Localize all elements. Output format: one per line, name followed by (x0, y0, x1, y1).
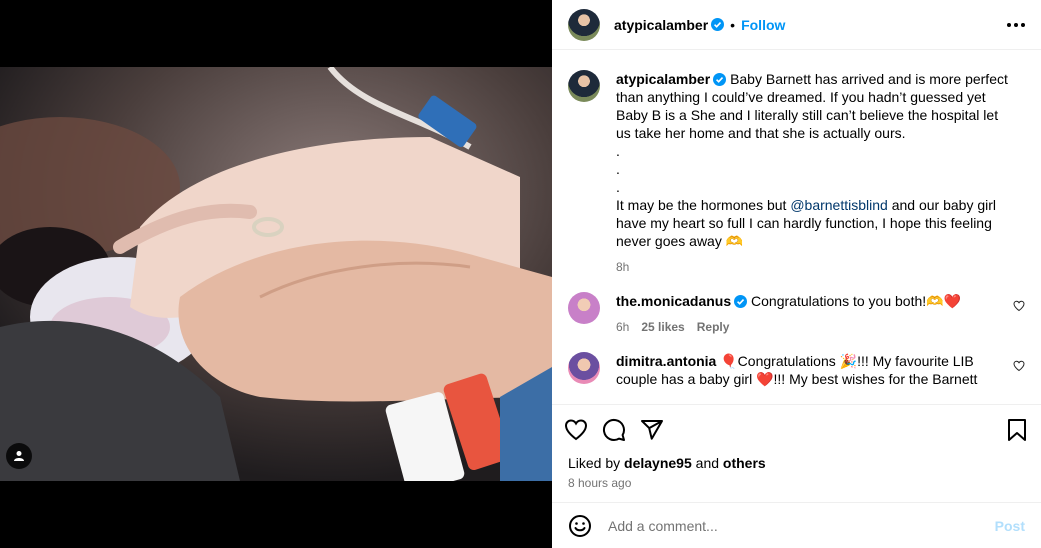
likes-others-link[interactable]: others (723, 455, 766, 471)
post-dialog: atypicalamber • Follow atypicalamber Bab… (0, 0, 1041, 548)
likes-middle: and (691, 455, 723, 471)
separator-dot: • (730, 16, 736, 33)
post-header: atypicalamber • Follow (552, 0, 1041, 50)
verified-badge-icon (734, 295, 748, 308)
follow-button[interactable]: Follow (741, 17, 785, 33)
caption-dot: . (616, 179, 620, 195)
share-icon[interactable] (640, 418, 664, 442)
verified-badge-icon (713, 73, 727, 86)
comment-text: Congratulations to you both!🫶❤️ (751, 293, 962, 309)
post-media (0, 0, 552, 548)
heart-icon[interactable] (564, 418, 588, 442)
post-time-ago[interactable]: 8 hours ago (552, 472, 1041, 502)
comment-username[interactable]: dimitra.antonia (616, 353, 716, 369)
comment-like-heart-icon[interactable] (1013, 360, 1025, 372)
post-author-username[interactable]: atypicalamber (614, 17, 708, 33)
avatar[interactable] (568, 70, 600, 102)
post-comment-button[interactable]: Post (995, 518, 1025, 534)
caption-text: It may be the hormones but (616, 197, 791, 213)
likes-prefix: Liked by (568, 455, 625, 471)
comments-list[interactable]: atypicalamber Baby Barnett has arrived a… (552, 50, 1041, 404)
emoji-icon[interactable] (568, 514, 592, 538)
comment-item: the.monicadanus Congratulations to you b… (568, 292, 1025, 336)
avatar[interactable] (568, 8, 600, 41)
post-side-panel: atypicalamber • Follow atypicalamber Bab… (552, 0, 1041, 548)
comment-time[interactable]: 6h (616, 318, 629, 336)
mention-link[interactable]: @barnettisblind (790, 197, 888, 213)
comment-likes[interactable]: 25 likes (641, 318, 684, 336)
caption-time[interactable]: 8h (616, 258, 629, 276)
liked-by-user[interactable]: delayne95 (624, 455, 692, 471)
likes-line: Liked by delayne95 and others (552, 454, 1041, 472)
comment-username[interactable]: the.monicadanus (616, 293, 731, 309)
caption-username[interactable]: atypicalamber (616, 71, 710, 87)
bookmark-icon[interactable] (1005, 418, 1029, 442)
action-bar (552, 404, 1041, 454)
verified-badge-icon (711, 18, 725, 31)
more-options-icon[interactable] (1007, 22, 1025, 27)
post-photo[interactable] (0, 67, 552, 481)
user-tag-icon[interactable] (6, 443, 32, 469)
avatar[interactable] (568, 352, 600, 384)
comment-like-heart-icon[interactable] (1013, 300, 1025, 312)
caption-dot: . (616, 161, 620, 177)
comment-icon[interactable] (602, 418, 626, 442)
caption: atypicalamber Baby Barnett has arrived a… (568, 70, 1025, 276)
comment-item: dimitra.antonia 🎈Congratulations 🎉!!! My… (568, 352, 1025, 388)
reply-button[interactable]: Reply (697, 318, 730, 336)
add-comment-bar: Post (552, 502, 1041, 548)
add-comment-input[interactable] (608, 517, 995, 534)
caption-dot: . (616, 143, 620, 159)
avatar[interactable] (568, 292, 600, 324)
newborn-hands-photo (0, 67, 552, 481)
